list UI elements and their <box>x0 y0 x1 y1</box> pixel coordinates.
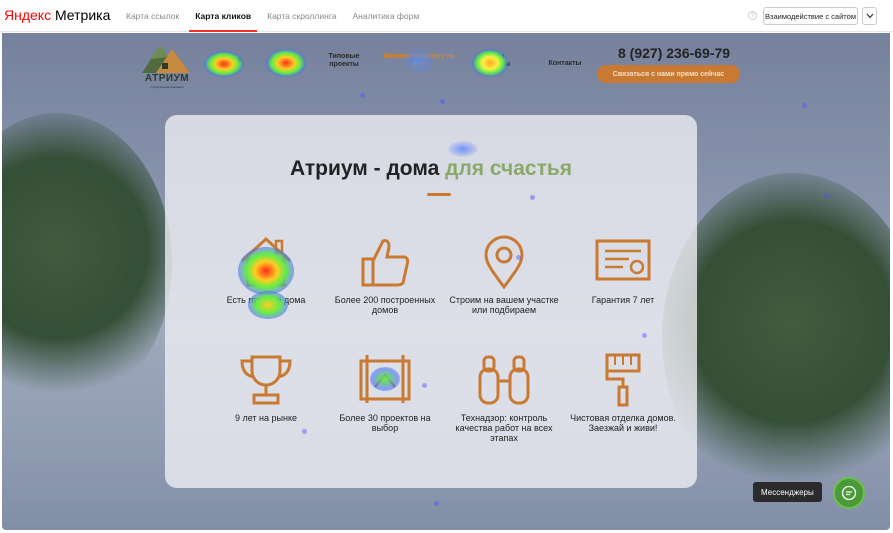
nav-typical-projects[interactable]: Типовые проекты <box>322 53 366 69</box>
nav-clients[interactable]: Наши клиенты <box>472 53 518 69</box>
chevron-down-icon[interactable] <box>862 7 877 25</box>
feature-label: Более 30 проектов на выбор <box>339 413 431 433</box>
tab-scroll-map[interactable]: Карта скроллинга <box>259 0 344 32</box>
tab-click-map[interactable]: Карта кликов <box>187 0 259 32</box>
site-viewport[interactable]: АТРИУМ строительная компания Ипотека Объ… <box>2 33 890 530</box>
features-card: Атриум - дома для счастья Есть готовые д… <box>165 115 697 488</box>
trophy-icon <box>240 355 292 405</box>
feature-finishing[interactable]: Чистовая отделка домов. Заезжай и живи! <box>568 351 678 433</box>
logo-product: Метрика <box>54 7 111 23</box>
thumbs-up-icon <box>361 239 410 287</box>
feature-label: Гарантия 7 лет <box>591 295 655 305</box>
hero-title-accent: для счастья <box>445 157 573 180</box>
feature-build-on-site[interactable]: Строим на вашем участке или подбираем <box>449 233 559 315</box>
map-pin-icon <box>484 235 524 289</box>
site-logo-text: АТРИУМ <box>144 73 190 84</box>
feature-label: Более 200 построенных домов <box>334 295 436 315</box>
feature-label: Есть готовые дома <box>226 295 306 305</box>
logo-brand: Яндекс <box>4 7 52 23</box>
feature-ready-houses[interactable]: Есть готовые дома <box>211 233 321 305</box>
top-bar: Яндекс Метрика Карта ссылок Карта кликов… <box>0 0 893 32</box>
feature-supervision[interactable]: Технадзор: контроль качества работ на вс… <box>449 351 559 443</box>
site-logo-subtext: строительная компания <box>150 85 184 89</box>
feature-warranty[interactable]: Гарантия 7 лет <box>568 233 678 305</box>
feature-label: Чистовая отделка домов. Заезжай и живи! <box>570 413 676 433</box>
feature-years-on-market[interactable]: 9 лет на рынке <box>211 351 321 423</box>
blueprint-icon <box>359 355 411 403</box>
paint-brush-icon <box>605 353 641 407</box>
messengers-label[interactable]: Мессенджеры <box>753 482 822 502</box>
certificate-icon <box>595 239 651 281</box>
nav-objects[interactable]: Объекты <box>266 57 306 65</box>
title-underline <box>427 193 451 196</box>
info-icon[interactable]: ? <box>748 11 757 20</box>
metrika-logo[interactable]: Яндекс Метрика <box>4 7 110 23</box>
feature-label: Строим на вашем участке или подбираем <box>449 295 559 315</box>
feature-built-houses[interactable]: Более 200 построенных домов <box>330 233 440 315</box>
callback-button[interactable]: Связаться с нами прямо сейчас <box>597 65 740 83</box>
feature-projects[interactable]: Более 30 проектов на выбор <box>330 351 440 433</box>
nav-contacts[interactable]: Контакты <box>540 60 590 68</box>
yandex-metrika-app: Яндекс Метрика Карта ссылок Карта кликов… <box>0 0 893 533</box>
site-phone[interactable]: 8 (927) 236-69-79 <box>618 45 730 61</box>
tab-link-map[interactable]: Карта ссылок <box>118 0 187 32</box>
house-icon <box>240 236 292 287</box>
feature-label: 9 лет на рынке <box>234 413 298 423</box>
map-tabs: Карта ссылок Карта кликов Карта скроллин… <box>118 0 427 32</box>
hero-title: Атриум - дома для счастья <box>165 157 697 181</box>
nav-mortgage[interactable]: Ипотека <box>207 57 247 65</box>
site-interaction-button[interactable]: Взаимодействие с сайтом <box>763 7 858 25</box>
hero-title-main: Атриум - дома <box>289 157 446 180</box>
chat-icon <box>841 485 857 501</box>
binoculars-icon <box>478 355 530 405</box>
feature-label: Технадзор: контроль качества работ на вс… <box>455 413 553 443</box>
tab-form-analytics[interactable]: Аналитика форм <box>344 0 427 32</box>
nav-exchange-flat[interactable]: Меняем квартиру на дом <box>380 53 458 69</box>
messenger-button[interactable] <box>833 477 865 509</box>
